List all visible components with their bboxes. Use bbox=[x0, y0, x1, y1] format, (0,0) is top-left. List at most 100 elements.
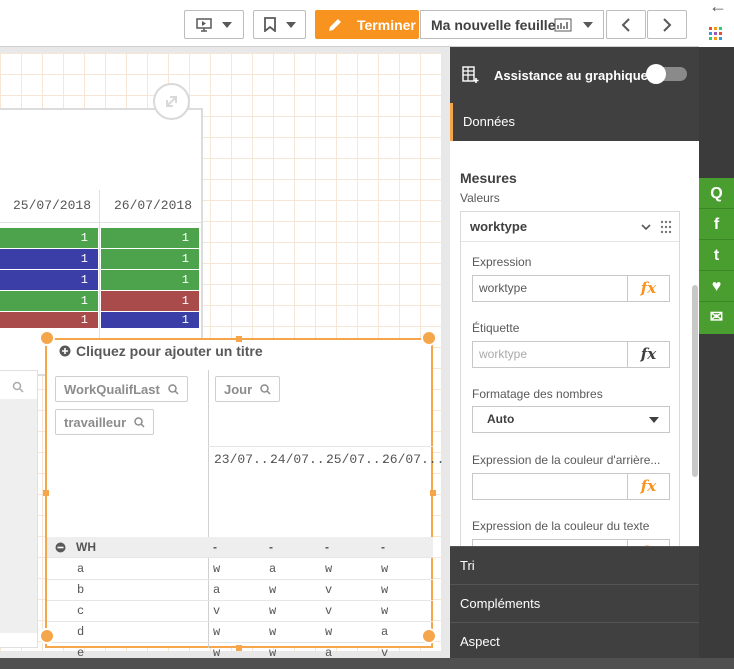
formula-icon[interactable]: fx bbox=[627, 276, 669, 301]
pencil-icon bbox=[329, 18, 341, 31]
row-field-chip[interactable]: WorkQualifLast bbox=[55, 376, 188, 402]
table-cell: 1 bbox=[0, 291, 98, 311]
expression-value: worktype bbox=[479, 281, 528, 295]
resize-handle[interactable] bbox=[39, 330, 55, 346]
row-value: w bbox=[269, 604, 277, 618]
sheet-selector[interactable]: Ma nouvelle feuille bbox=[420, 10, 604, 39]
bg-color-field[interactable]: fx bbox=[472, 473, 670, 500]
resize-handle[interactable] bbox=[236, 645, 242, 651]
search-icon bbox=[12, 381, 24, 393]
resize-handle[interactable] bbox=[421, 330, 437, 346]
resize-handle[interactable] bbox=[421, 628, 437, 644]
resize-handle[interactable] bbox=[236, 336, 242, 342]
table-cell: 1 bbox=[101, 291, 199, 311]
label-placeholder: worktype bbox=[479, 347, 528, 361]
formula-icon[interactable]: fx bbox=[627, 342, 669, 367]
toggle-knob bbox=[646, 64, 666, 84]
expression-label: Expression bbox=[472, 255, 532, 269]
table-cell: 1 bbox=[0, 228, 98, 248]
mail-icon[interactable]: ✉ bbox=[699, 302, 734, 333]
text-color-label: Expression de la couleur du texte bbox=[472, 519, 650, 533]
done-editing-button[interactable]: Terminer bbox=[315, 10, 419, 39]
chart-assist-header: Assistance au graphique bbox=[450, 47, 699, 103]
assist-label: Assistance au graphique bbox=[494, 67, 648, 83]
tab-sort[interactable]: Tri bbox=[450, 546, 699, 584]
chevron-down-icon bbox=[222, 21, 232, 28]
sheet-canvas: 25/07/2018 26/07/2018 1 1 1 1 1 1 1 1 1 … bbox=[0, 47, 450, 660]
row-label: a bbox=[77, 562, 85, 576]
social-share-bar: Q f t ♥ ✉ bbox=[699, 178, 734, 334]
row-value: a bbox=[213, 583, 221, 597]
group-row[interactable]: WH - - - - bbox=[47, 537, 433, 558]
chevron-left-icon bbox=[621, 17, 630, 32]
table-cell: 1 bbox=[0, 249, 98, 269]
collapse-icon[interactable] bbox=[55, 542, 66, 553]
table-row: b a w v w bbox=[47, 580, 433, 601]
field-label: WorkQualifLast bbox=[64, 381, 160, 397]
number-format-value: Auto bbox=[487, 412, 515, 426]
pivot-table-object[interactable]: Cliquez pour ajouter un titre WorkQualif… bbox=[45, 338, 444, 660]
column-field-chip[interactable]: Jour bbox=[215, 376, 281, 402]
object-title[interactable]: Cliquez pour ajouter un titre bbox=[59, 343, 263, 359]
section-subtitle: Valeurs bbox=[460, 191, 500, 205]
section-title: Mesures bbox=[460, 170, 517, 186]
tab-addons[interactable]: Compléments bbox=[450, 584, 699, 622]
qlik-icon[interactable]: Q bbox=[699, 178, 734, 209]
expand-icon[interactable] bbox=[153, 83, 190, 120]
formula-icon[interactable]: fx bbox=[627, 474, 669, 499]
title-placeholder: Cliquez pour ajouter un titre bbox=[76, 343, 263, 359]
row-value: w bbox=[213, 625, 221, 639]
measure-card: worktype Expression worktype fx Étiquett… bbox=[460, 211, 680, 551]
header-divider bbox=[0, 222, 201, 223]
bottom-bar bbox=[0, 658, 734, 669]
chevron-down-icon bbox=[285, 21, 296, 28]
heart-icon[interactable]: ♥ bbox=[699, 271, 734, 302]
group-value: - bbox=[325, 540, 329, 554]
previous-sheet-button[interactable] bbox=[606, 10, 646, 39]
chart-assist-toggle[interactable] bbox=[646, 64, 687, 84]
tab-appearance[interactable]: Aspect bbox=[450, 622, 699, 660]
row-field-chip[interactable]: travailleur bbox=[55, 409, 155, 435]
label-field[interactable]: worktype fx bbox=[472, 341, 670, 368]
number-format-select[interactable]: Auto bbox=[472, 406, 670, 433]
top-toolbar: Terminer Ma nouvelle feuille bbox=[0, 0, 699, 47]
tab-data[interactable]: Données bbox=[450, 103, 699, 141]
label-label: Étiquette bbox=[472, 321, 520, 335]
present-button[interactable] bbox=[184, 10, 244, 39]
row-label: c bbox=[77, 604, 85, 618]
row-value: w bbox=[325, 625, 333, 639]
resize-handle[interactable] bbox=[43, 490, 49, 496]
table-cell: 1 bbox=[0, 312, 98, 328]
bg-color-label: Expression de la couleur d'arrière... bbox=[472, 453, 661, 467]
expression-field[interactable]: worktype fx bbox=[472, 275, 670, 302]
chevron-down-icon[interactable] bbox=[641, 224, 651, 231]
drag-handle-icon[interactable] bbox=[660, 220, 672, 234]
apps-grid-icon[interactable] bbox=[709, 27, 722, 40]
next-sheet-button[interactable] bbox=[647, 10, 687, 39]
properties-panel: Assistance au graphique Données Mesures … bbox=[450, 47, 699, 660]
measure-header[interactable]: worktype bbox=[461, 212, 679, 242]
bookmark-button[interactable] bbox=[253, 10, 306, 39]
row-value: w bbox=[269, 583, 277, 597]
group-label: WH bbox=[76, 540, 96, 554]
done-label: Terminer bbox=[357, 16, 416, 33]
twitter-icon[interactable]: t bbox=[699, 240, 734, 271]
column-header: 23/07... bbox=[214, 452, 277, 467]
table-row: c v w v w bbox=[47, 601, 433, 622]
back-arrow-icon[interactable]: ← bbox=[709, 0, 727, 17]
filter-pane-object[interactable] bbox=[0, 370, 38, 648]
table-object[interactable]: 25/07/2018 26/07/2018 1 1 1 1 1 1 1 1 1 … bbox=[0, 108, 203, 376]
resize-handle[interactable] bbox=[430, 490, 436, 496]
scrollbar[interactable] bbox=[692, 285, 698, 477]
group-value: - bbox=[381, 540, 385, 554]
facebook-icon[interactable]: f bbox=[699, 209, 734, 240]
row-label: b bbox=[77, 583, 85, 597]
chevron-down-icon bbox=[649, 417, 659, 423]
field-label: travailleur bbox=[64, 414, 127, 430]
chevron-right-icon bbox=[663, 17, 672, 32]
resize-handle[interactable] bbox=[39, 628, 55, 644]
table-row: d w w w a bbox=[47, 622, 433, 643]
group-value: - bbox=[213, 540, 217, 554]
row-value: w bbox=[213, 562, 221, 576]
bookmark-icon bbox=[263, 17, 276, 32]
